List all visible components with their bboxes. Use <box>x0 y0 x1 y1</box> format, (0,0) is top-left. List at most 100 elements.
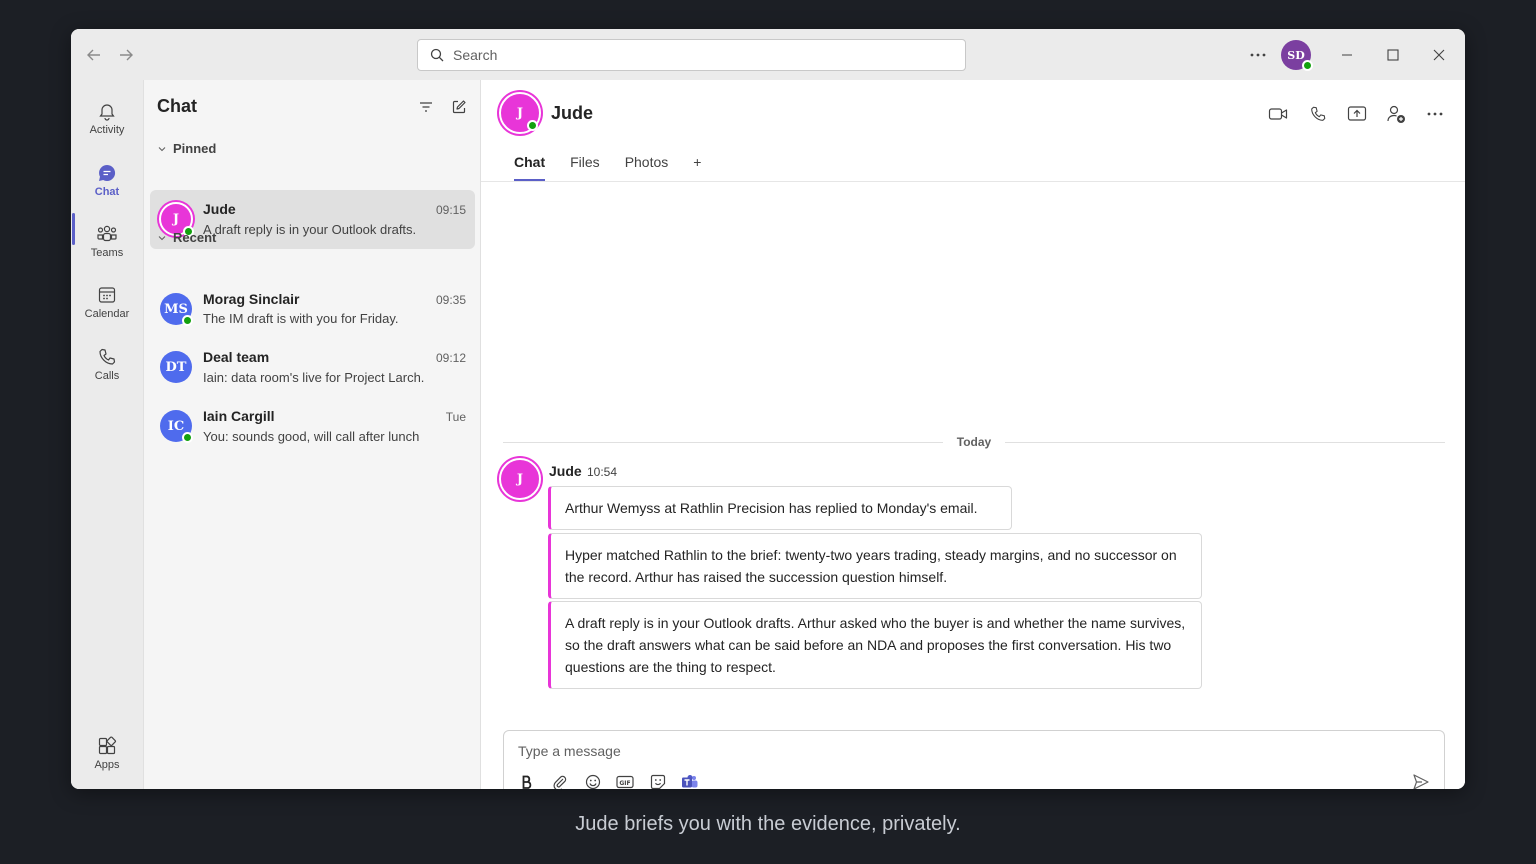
title-bar: Search SD <box>71 29 1465 80</box>
format-bold-button[interactable] <box>516 771 538 789</box>
avatar-initials: MS <box>164 301 188 317</box>
rail-item-calendar[interactable]: Calendar <box>71 274 143 330</box>
app-rail: Activity Chat Teams Calendar Calls Apps <box>71 80 143 789</box>
chevron-down-icon <box>158 235 166 240</box>
presence-available-icon <box>527 120 538 131</box>
chat-item-preview: The IM draft is with you for Friday. <box>203 311 399 326</box>
bell-icon <box>99 103 115 121</box>
close-button[interactable] <box>1427 29 1451 80</box>
sticker-icon <box>650 774 666 789</box>
forward-button[interactable] <box>115 44 137 66</box>
chat-item-preview: You: sounds good, will call after lunch <box>203 429 420 444</box>
gif-icon: GIF <box>616 775 634 789</box>
tab-files[interactable]: Files <box>570 154 600 182</box>
search-icon <box>430 48 444 62</box>
tabs-divider <box>481 181 1465 182</box>
chat-list-title: Chat <box>157 96 197 116</box>
avatar-initials: J <box>516 471 524 487</box>
message-bubble[interactable]: Arthur Wemyss at Rathlin Precision has r… <box>548 486 1012 530</box>
video-icon <box>1268 108 1288 120</box>
gif-button[interactable]: GIF <box>614 771 636 789</box>
chat-item-name: Iain Cargill <box>203 408 275 424</box>
search-input[interactable]: Search <box>417 39 966 71</box>
maximize-button[interactable] <box>1381 29 1405 80</box>
new-chat-button[interactable] <box>449 97 469 117</box>
tab-photos[interactable]: Photos <box>625 154 669 182</box>
date-divider: Today <box>503 432 1446 452</box>
paperclip-icon <box>553 775 567 789</box>
attach-button[interactable] <box>549 771 571 789</box>
filter-button[interactable] <box>416 97 436 117</box>
presence-available-icon <box>182 432 193 443</box>
rail-item-apps[interactable]: Apps <box>71 725 143 781</box>
rail-label-calls: Calls <box>94 369 120 382</box>
conversation-avatar[interactable]: J <box>499 92 541 134</box>
section-pinned[interactable]: Pinned <box>157 141 216 156</box>
chat-item-time: 09:12 <box>435 351 466 365</box>
message-input[interactable]: Type a message <box>518 743 621 759</box>
svg-text:GIF: GIF <box>619 780 630 787</box>
section-recent[interactable]: Recent <box>157 230 216 245</box>
rail-item-teams[interactable]: Teams <box>71 213 143 269</box>
section-recent-label: Recent <box>173 230 217 245</box>
compose-icon <box>452 100 466 114</box>
send-button[interactable] <box>1410 771 1432 789</box>
add-tab-button[interactable]: + <box>693 154 701 182</box>
message-sender: Jude <box>549 463 582 479</box>
chat-item-deal-team[interactable]: DT Deal team 09:12 Iain: data room's liv… <box>150 338 475 397</box>
chat-item-name: Jude <box>203 201 236 217</box>
add-people-button[interactable] <box>1384 102 1408 126</box>
add-person-icon <box>1387 105 1405 123</box>
phone-icon <box>99 348 116 365</box>
share-screen-button[interactable] <box>1345 102 1369 126</box>
rail-label-apps: Apps <box>94 758 120 771</box>
chat-item-iain-cargill[interactable]: IC Iain Cargill Tue You: sounds good, wi… <box>150 397 475 456</box>
rail-label-activity: Activity <box>89 123 125 136</box>
sticker-button[interactable] <box>647 771 669 789</box>
chat-icon <box>99 164 116 181</box>
chat-item-name: Deal team <box>203 349 270 365</box>
chat-item-morag-sinclair[interactable]: MS Morag Sinclair 09:35 The IM draft is … <box>150 280 475 339</box>
search-placeholder: Search <box>453 47 498 63</box>
audio-call-button[interactable] <box>1306 102 1330 126</box>
send-icon <box>1413 774 1429 789</box>
message-time: 10:54 <box>587 465 618 479</box>
teams-apps-button[interactable] <box>679 771 701 789</box>
chat-list-pane: Chat Pinned J Jude 09:15 A draft reply i… <box>143 80 481 789</box>
calendar-icon <box>98 286 116 303</box>
caption: Jude briefs you with the evidence, priva… <box>575 813 961 835</box>
arrow-left-icon <box>87 49 100 61</box>
chat-item-time: 09:35 <box>435 293 466 307</box>
message-bubble[interactable]: Hyper matched Rathlin to the brief: twen… <box>548 533 1202 599</box>
rail-item-chat[interactable]: Chat <box>71 152 143 208</box>
message-composer[interactable]: Type a message GIF <box>503 730 1445 789</box>
tab-chat[interactable]: Chat <box>514 154 546 182</box>
video-call-button[interactable] <box>1266 102 1290 126</box>
user-avatar[interactable]: SD <box>1281 40 1313 71</box>
chevron-down-icon <box>158 146 166 151</box>
message-avatar[interactable]: J <box>499 458 541 500</box>
back-button[interactable] <box>83 44 105 66</box>
emoji-button[interactable] <box>582 771 604 789</box>
rail-label-teams: Teams <box>90 246 124 259</box>
divider-line <box>1005 441 1446 443</box>
chat-item-name: Morag Sinclair <box>203 291 300 307</box>
rail-item-activity[interactable]: Activity <box>71 90 143 146</box>
chat-item-preview: A draft reply is in your Outlook drafts. <box>203 222 417 237</box>
rail-item-calls[interactable]: Calls <box>71 336 143 392</box>
message-bubble[interactable]: A draft reply is in your Outlook drafts.… <box>548 601 1202 689</box>
minimize-button[interactable] <box>1335 29 1359 80</box>
conversation-more-button[interactable] <box>1423 102 1447 126</box>
presence-available-icon <box>182 315 193 326</box>
section-pinned-label: Pinned <box>173 141 217 156</box>
emoji-icon <box>585 774 601 789</box>
more-options-button[interactable] <box>1246 29 1270 80</box>
teams-icon <box>97 225 117 241</box>
divider-line <box>503 441 943 443</box>
bold-icon <box>522 775 532 789</box>
avatar-initials: J <box>172 211 180 227</box>
avatar: DT <box>160 351 192 383</box>
conversation-title: Jude <box>551 103 594 123</box>
conversation-pane: J Jude Chat Files Photos + Today J Jude … <box>481 80 1465 789</box>
rail-label-calendar: Calendar <box>84 307 130 320</box>
